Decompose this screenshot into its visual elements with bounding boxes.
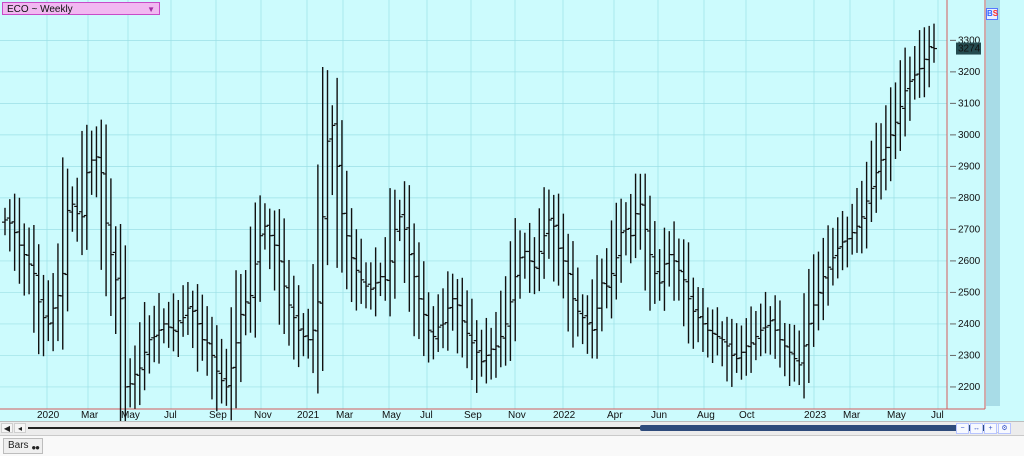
- symbol-selector[interactable]: ECO ~ Weekly ▼: [2, 2, 160, 15]
- x-tick-label-14: Jun: [651, 410, 667, 421]
- x-tick-label-13: Apr: [607, 410, 623, 421]
- right-scale-panel: [986, 0, 1000, 406]
- arrow-left-icon[interactable]: ◂: [14, 423, 26, 433]
- y-tick-label-2: 2400: [958, 319, 981, 330]
- x-tick-label-0: 2020: [37, 410, 60, 421]
- x-tick-label-16: Oct: [739, 410, 755, 421]
- bs-badge-right: S: [992, 9, 999, 18]
- x-tick-label-3: Jul: [164, 410, 177, 421]
- x-tick-label-11: Nov: [508, 410, 526, 421]
- y-tick-label-7: 2900: [958, 161, 981, 172]
- x-tick-label-18: Mar: [843, 410, 861, 421]
- toggle-icon: ●●: [31, 443, 40, 452]
- x-tick-label-8: May: [382, 410, 401, 421]
- x-tick-label-15: Aug: [697, 410, 715, 421]
- y-tick-label-0: 2200: [958, 382, 981, 393]
- bottom-bar: Bars ●●: [0, 435, 1024, 456]
- y-tick-label-9: 3100: [958, 98, 981, 109]
- x-tick-label-17: 2023: [804, 410, 827, 421]
- bars-tab[interactable]: Bars ●●: [3, 438, 43, 454]
- x-tick-label-4: Sep: [209, 410, 227, 421]
- x-tick-label-2: May: [121, 410, 140, 421]
- chart-window: 2200 2300 2400 2500 2600 2700 2800 2900 3000 3100…: [0, 0, 1024, 456]
- x-tick-label-12: 2022: [553, 410, 576, 421]
- settings-icon[interactable]: ⚙: [998, 423, 1011, 434]
- y-tick-label-3: 2500: [958, 287, 981, 298]
- chart-area[interactable]: 2200 2300 2400 2500 2600 2700 2800 2900 3000 3100…: [0, 0, 1024, 421]
- x-tick-label-20: Jul: [931, 410, 944, 421]
- y-tick-label-6: 2800: [958, 193, 981, 204]
- last-price-label: 3274: [958, 44, 981, 55]
- y-tick-label-4: 2600: [958, 256, 981, 267]
- expand-icon[interactable]: ↔: [970, 423, 983, 434]
- arrow-left-icon[interactable]: ◀: [1, 423, 13, 433]
- scroll-tools[interactable]: − ↔ + ⚙: [956, 423, 1022, 435]
- x-tick-label-9: Jul: [420, 410, 433, 421]
- y-tick-label-10: 3200: [958, 67, 981, 78]
- time-scrollbar[interactable]: ◀ ◂ ▸ − ↔ + ⚙: [0, 421, 1024, 435]
- y-tick-label-5: 2700: [958, 224, 981, 235]
- bars-tab-label: Bars: [8, 440, 29, 451]
- x-tick-label-19: May: [887, 410, 906, 421]
- price-chart[interactable]: 2200 2300 2400 2500 2600 2700 2800 2900 3000 3100…: [0, 0, 1024, 421]
- zoom-in-icon[interactable]: +: [984, 423, 997, 434]
- x-tick-label-1: Mar: [81, 410, 99, 421]
- x-tick-label-5: Nov: [254, 410, 272, 421]
- y-tick-label-8: 3000: [958, 130, 981, 141]
- zoom-out-icon[interactable]: −: [956, 423, 969, 434]
- x-tick-label-7: Mar: [336, 410, 354, 421]
- y-tick-label-1: 2300: [958, 350, 981, 361]
- x-tick-label-10: Sep: [464, 410, 482, 421]
- triangle-down-icon: ▼: [147, 5, 155, 14]
- bs-badge[interactable]: BS: [986, 8, 998, 20]
- symbol-selector-label: ECO ~ Weekly: [7, 4, 73, 15]
- x-tick-label-6: 2021: [297, 410, 320, 421]
- scroll-thumb[interactable]: [640, 425, 993, 431]
